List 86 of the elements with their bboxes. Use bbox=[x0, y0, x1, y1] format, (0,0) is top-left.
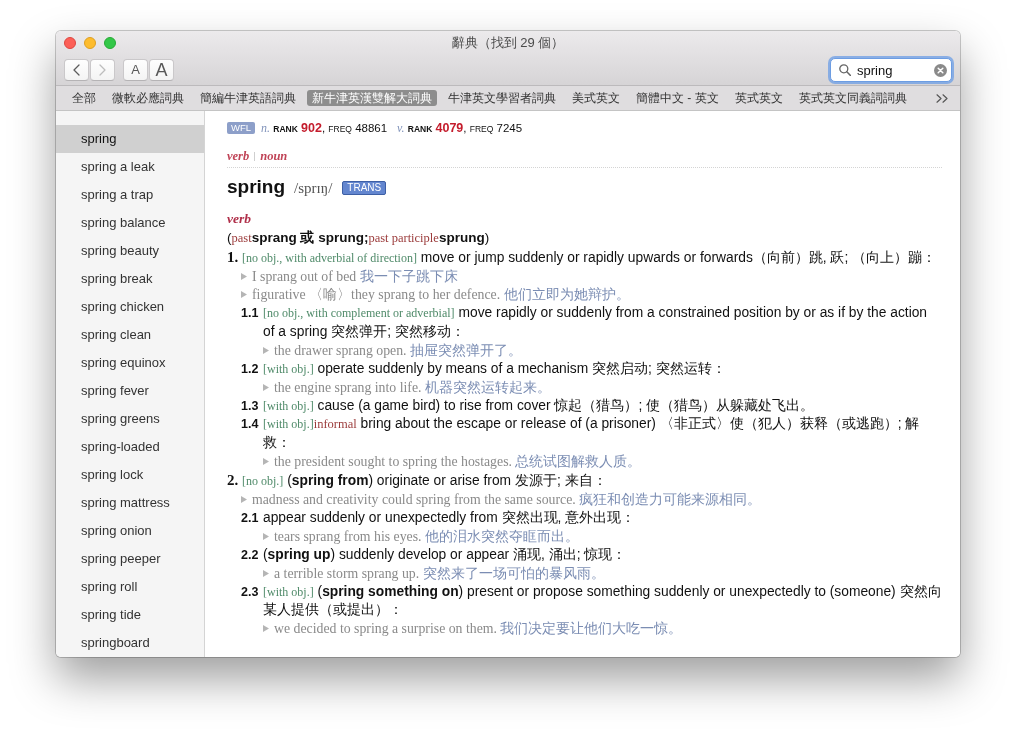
triangle-bullet-icon bbox=[263, 383, 269, 391]
sidebar-item[interactable]: spring bbox=[56, 125, 204, 153]
part-of-speech-link[interactable]: noun bbox=[260, 148, 288, 164]
example-sentence: tears sprang from his eyes. 他的泪水突然夺眶而出。 bbox=[274, 527, 579, 545]
sense-definition: [no obj.] (spring from) originate or arise from 发源于; 来自： bbox=[242, 471, 608, 490]
sense-number: 1.1 bbox=[241, 305, 260, 322]
dictionary-tab[interactable]: 英式英文同義詞詞典 bbox=[793, 90, 912, 106]
window-title: 辭典（找到 29 個） bbox=[451, 34, 565, 52]
dictionary-tab[interactable]: 簡編牛津英語詞典 bbox=[195, 90, 301, 106]
example-sentence: madness and creativity could spring from the same source. 疯狂和创造力可能来源相同。 bbox=[252, 490, 762, 508]
dictionary-tab[interactable]: 全部 bbox=[67, 90, 101, 106]
sense-definition: [with obj.] (spring something on) present or propose something suddenly or unexpectedly to (someone) 突然向某人提供（或提出）： bbox=[263, 582, 942, 619]
trans-button[interactable]: TRANS bbox=[342, 181, 387, 195]
dictionary-tab[interactable]: 簡體中文 - 英文 bbox=[631, 90, 724, 106]
sidebar-item[interactable]: spring a leak bbox=[56, 153, 204, 181]
sidebar-item[interactable]: spring roll bbox=[56, 573, 204, 601]
triangle-bullet-icon bbox=[241, 291, 247, 299]
example-sentence: I sprang out of bed 我一下子跳下床 bbox=[252, 267, 458, 285]
triangle-bullet-icon bbox=[263, 625, 269, 633]
sense-number: 2.2 bbox=[241, 546, 260, 564]
dictionary-tab[interactable]: 微軟必應詞典 bbox=[107, 90, 189, 106]
decrease-font-button[interactable]: A bbox=[123, 59, 148, 81]
triangle-bullet-icon bbox=[241, 272, 247, 280]
sidebar-item[interactable]: spring greens bbox=[56, 405, 204, 433]
search-field[interactable]: spring bbox=[830, 58, 952, 82]
triangle-bullet-icon bbox=[263, 532, 269, 540]
sense-number: 2. bbox=[227, 470, 240, 489]
sense-number: 1. bbox=[227, 247, 240, 266]
sense-definition: appear suddenly or unexpectedly from 突然出现, 意外出现： bbox=[263, 508, 637, 527]
triangle-bullet-icon bbox=[263, 346, 269, 354]
back-button[interactable] bbox=[64, 59, 89, 81]
pronunciation: /sprɪŋ/ bbox=[294, 180, 333, 197]
frequency-info: n. RANK 902, FREQ 48861 bbox=[261, 120, 388, 136]
double-chevron-icon[interactable] bbox=[936, 93, 948, 103]
dictionary-tab[interactable]: 美式英文 bbox=[567, 90, 625, 106]
sense-definition: [with obj.]informal bring about the escape or release of (a prisoner) 〈非正式〉使（犯人）获释（或逃跑）; 解救： bbox=[263, 415, 921, 452]
chevron-right-icon bbox=[99, 64, 106, 76]
wfl-badge: WFL bbox=[227, 122, 256, 134]
sidebar-item[interactable]: spring-loaded bbox=[56, 433, 204, 461]
example-sentence: the drawer sprang open. 抽屉突然弹开了。 bbox=[274, 341, 522, 359]
sense-definition: [with obj.] operate suddenly by means of a mechanism 突然启动; 突然运转： bbox=[263, 359, 727, 378]
sense-number: 2.1 bbox=[241, 509, 260, 527]
inflections-text: (pastsprang 或 sprung;past participlesprung) bbox=[227, 229, 491, 247]
part-of-speech-link[interactable]: verb bbox=[227, 148, 250, 164]
chevron-left-icon bbox=[73, 64, 80, 76]
sidebar-item[interactable]: spring balance bbox=[56, 209, 204, 237]
example-sentence: the engine sprang into life. 机器突然运转起来。 bbox=[274, 378, 551, 396]
sense-definition: [no obj., with complement or adverbial] move rapidly or suddenly from a constrained position by or as if by the action of a spring 突然弹开; 突然移动： bbox=[263, 304, 929, 341]
sidebar-item[interactable]: spring clean bbox=[56, 321, 204, 349]
sidebar-item[interactable]: spring equinox bbox=[56, 349, 204, 377]
close-icon[interactable] bbox=[64, 37, 76, 49]
dictionary-tab[interactable]: 牛津英文學習者詞典 bbox=[443, 90, 561, 106]
minimize-icon[interactable] bbox=[84, 37, 96, 49]
sidebar-item[interactable]: spring chicken bbox=[56, 293, 204, 321]
part-of-speech-heading: verb bbox=[227, 210, 252, 228]
headword: spring bbox=[227, 176, 286, 198]
example-sentence: a terrible storm sprang up. 突然来了一场可怕的暴风雨。 bbox=[274, 564, 605, 582]
sidebar-item[interactable]: spring a trap bbox=[56, 181, 204, 209]
sense-definition: (spring up) suddenly develop or appear 涌现, 涌出; 惊现： bbox=[263, 545, 628, 564]
sidebar-item[interactable]: spring tide bbox=[56, 601, 204, 629]
sidebar-item[interactable]: spring lock bbox=[56, 461, 204, 489]
sidebar-item[interactable]: spring mattress bbox=[56, 489, 204, 517]
zoom-icon[interactable] bbox=[104, 37, 116, 49]
dictionary-tab[interactable]: 英式英文 bbox=[729, 90, 788, 106]
frequency-info: v. RANK 4079, FREQ 7245 bbox=[397, 120, 523, 136]
sense-number: 1.3 bbox=[241, 397, 260, 415]
sense-number: 1.2 bbox=[241, 360, 260, 378]
sense-number: 1.4 bbox=[241, 416, 260, 433]
example-sentence: the president sought to spring the hostages. 总统试图解救人质。 bbox=[274, 452, 642, 470]
sense-number: 2.3 bbox=[241, 583, 260, 601]
sense-definition: [with obj.] cause (a game bird) to rise from cover 惊起（猎鸟）; 使（猎鸟）从躲藏处飞出。 bbox=[263, 396, 816, 415]
triangle-bullet-icon bbox=[263, 457, 269, 465]
sidebar-item[interactable]: spring fever bbox=[56, 377, 204, 405]
search-icon bbox=[839, 64, 851, 76]
sidebar-item[interactable]: spring beauty bbox=[56, 237, 204, 265]
triangle-bullet-icon bbox=[263, 569, 269, 577]
example-sentence: we decided to spring a surprise on them. 我们决定要让他们大吃一惊。 bbox=[274, 620, 683, 638]
sidebar-item[interactable]: spring break bbox=[56, 265, 204, 293]
increase-font-button[interactable]: A bbox=[149, 59, 174, 81]
triangle-bullet-icon bbox=[241, 495, 247, 503]
clear-icon[interactable] bbox=[934, 63, 947, 77]
sidebar-item[interactable]: spring onion bbox=[56, 517, 204, 545]
sidebar-item[interactable]: springboard bbox=[56, 629, 204, 657]
sense-definition: [no obj., with adverbial of direction] move or jump suddenly or rapidly upwards or forwards（向前）跳, 跃; （向上）蹦： bbox=[242, 248, 938, 267]
example-sentence: figurative 〈喻〉they sprang to her defence. 他们立即为她辩护。 bbox=[252, 286, 630, 304]
sidebar-item[interactable]: spring peeper bbox=[56, 545, 204, 573]
